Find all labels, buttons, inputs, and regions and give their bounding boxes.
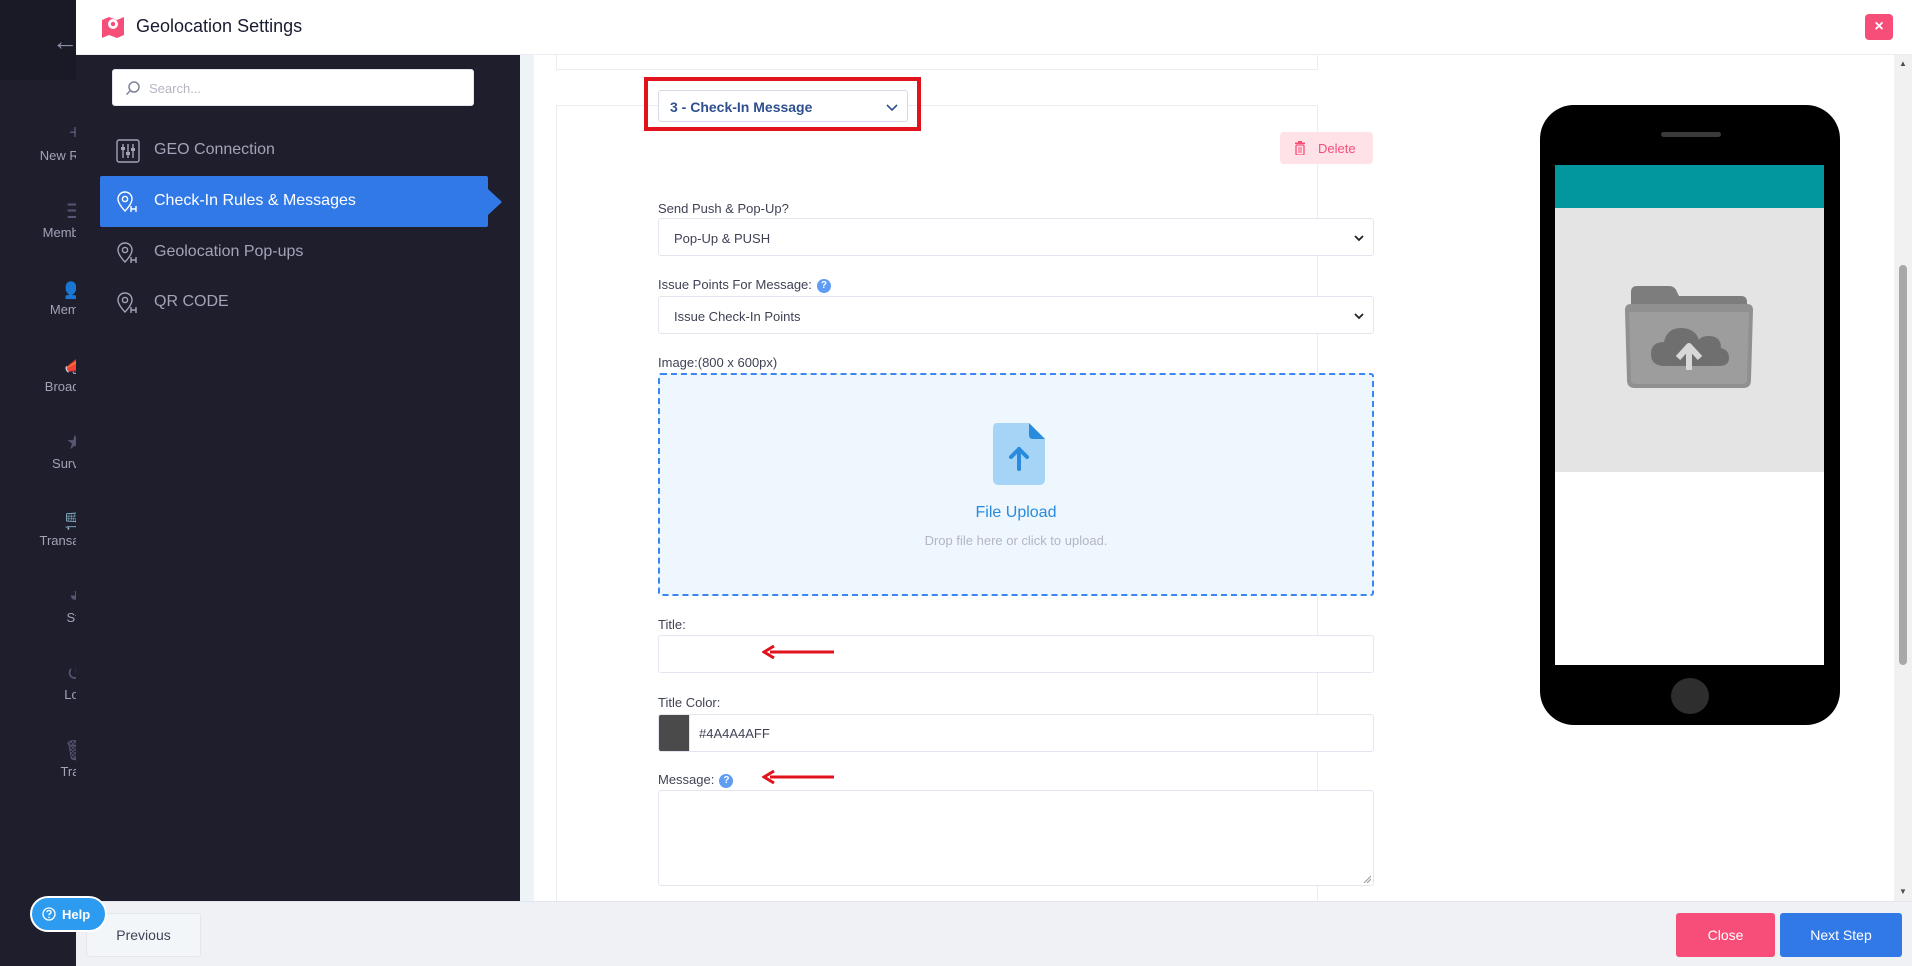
app-nav-transactions[interactable]: 🛒 Transac	[0, 507, 76, 548]
content-scrollbar[interactable]: ▲ ▼	[1894, 55, 1912, 901]
annotation-arrow-icon	[762, 770, 834, 784]
annotation-arrow-icon	[762, 645, 834, 659]
phone-header-bar	[1555, 165, 1824, 208]
title-color-label: Title Color:	[658, 695, 721, 710]
cloud-upload-folder-icon	[1625, 286, 1753, 388]
file-upload-hint: Drop file here or click to upload.	[924, 533, 1108, 548]
phone-preview	[1540, 105, 1840, 725]
close-button[interactable]: Close	[1676, 913, 1775, 957]
message-field[interactable]	[658, 790, 1374, 886]
map-pin-icon	[117, 292, 137, 313]
title-label: Title:	[658, 617, 686, 632]
map-pin-icon	[117, 191, 137, 212]
file-upload-dropzone[interactable]: File Upload Drop file here or click to u…	[658, 373, 1374, 596]
settings-nav: GEO Connection Check-In Rules & Messages…	[76, 55, 520, 901]
plus-icon: +	[69, 122, 76, 144]
search-input[interactable]	[149, 78, 449, 98]
phone-home-button	[1671, 678, 1709, 714]
modal-header: Geolocation Settings ×	[76, 0, 1912, 55]
trash-icon: 🗑	[0, 738, 76, 764]
image-label: Image:(800 x 600px)	[658, 355, 778, 370]
nav-item-check-in-rules[interactable]: Check-In Rules & Messages	[100, 176, 502, 227]
nav-item-qr-code[interactable]: QR CODE	[100, 277, 488, 328]
geolocation-settings-modal: Geolocation Settings × GEO Connection	[76, 0, 1912, 966]
chevron-down-icon	[1354, 235, 1364, 242]
send-push-select[interactable]: Pop-Up & PUSH	[658, 218, 1374, 256]
scroll-up-icon[interactable]: ▲	[1899, 59, 1907, 68]
message-label: Message:?	[658, 772, 734, 788]
message-textarea[interactable]	[659, 791, 1373, 885]
preview-image-placeholder	[1555, 208, 1824, 472]
modal-title: Geolocation Settings	[136, 16, 303, 36]
app-nav-members[interactable]: 👥 Memb	[0, 276, 76, 317]
users-icon: 👥	[0, 276, 76, 302]
title-color-swatch[interactable]	[658, 714, 690, 752]
pie-chart-icon: ◕	[68, 584, 76, 606]
sliders-icon	[116, 139, 140, 163]
question-circle-icon	[42, 907, 56, 921]
map-pin-icon	[117, 242, 137, 263]
modal-close-button[interactable]: ×	[1865, 14, 1893, 40]
nav-item-geo-connection[interactable]: GEO Connection	[100, 125, 488, 176]
map-marker-logo-icon	[102, 17, 124, 38]
app-nav-members-list[interactable]: ☰ Membe	[0, 199, 76, 240]
app-nav-logs[interactable]: ↺ Log	[0, 661, 76, 702]
help-tooltip-icon[interactable]: ?	[816, 279, 831, 293]
rule-selector-dropdown[interactable]: 3 - Check-In Message	[658, 90, 908, 122]
chevron-down-icon	[1354, 313, 1364, 320]
resize-grip-icon[interactable]	[1363, 875, 1371, 883]
chevron-down-icon	[886, 104, 898, 112]
app-nav-trash[interactable]: 🗑 Tras	[0, 738, 76, 779]
app-nav-stats[interactable]: ◕ Sta	[0, 584, 76, 625]
search-icon	[125, 81, 140, 96]
app-sidebar: ← + New Re ☰ Membe 👥 Memb 📣 Broadc ★ Sur…	[0, 0, 76, 966]
app-nav-surveys[interactable]: ★ Surve	[0, 430, 76, 471]
search-box[interactable]	[112, 69, 474, 106]
help-button[interactable]: Help	[30, 896, 107, 932]
delete-rule-button[interactable]: Delete	[1280, 132, 1373, 164]
content-divider-strip	[520, 55, 534, 901]
nav-item-geolocation-popups[interactable]: Geolocation Pop-ups	[100, 227, 488, 278]
star-icon: ★	[66, 432, 76, 454]
scroll-down-icon[interactable]: ▼	[1899, 887, 1907, 896]
trash-icon	[1295, 141, 1305, 155]
next-step-button[interactable]: Next Step	[1780, 913, 1902, 957]
title-color-field[interactable]	[690, 714, 1374, 752]
title-color-input[interactable]	[690, 715, 1373, 751]
file-upload-icon	[993, 423, 1045, 485]
scrollbar-thumb[interactable]	[1899, 265, 1907, 665]
issue-points-select[interactable]: Issue Check-In Points	[658, 296, 1374, 334]
send-push-label: Send Push & Pop-Up?	[658, 201, 789, 216]
app-nav-new-record[interactable]: + New Re	[0, 122, 76, 163]
cart-icon: 🛒	[0, 507, 76, 533]
phone-screen	[1555, 165, 1824, 665]
previous-rule-card	[556, 55, 1318, 70]
phone-speaker	[1661, 132, 1721, 137]
file-upload-title: File Upload	[975, 504, 1057, 521]
megaphone-icon: 📣	[0, 353, 76, 379]
history-icon: ↺	[66, 663, 76, 685]
back-arrow-icon[interactable]: ←	[52, 26, 76, 56]
help-tooltip-icon[interactable]: ?	[719, 774, 734, 788]
app-nav-broadcast[interactable]: 📣 Broadc	[0, 353, 76, 394]
modal-footer: Previous Close Next Step	[76, 901, 1912, 966]
list-icon: ☰	[66, 201, 76, 223]
issue-points-label: Issue Points For Message:?	[658, 277, 831, 293]
